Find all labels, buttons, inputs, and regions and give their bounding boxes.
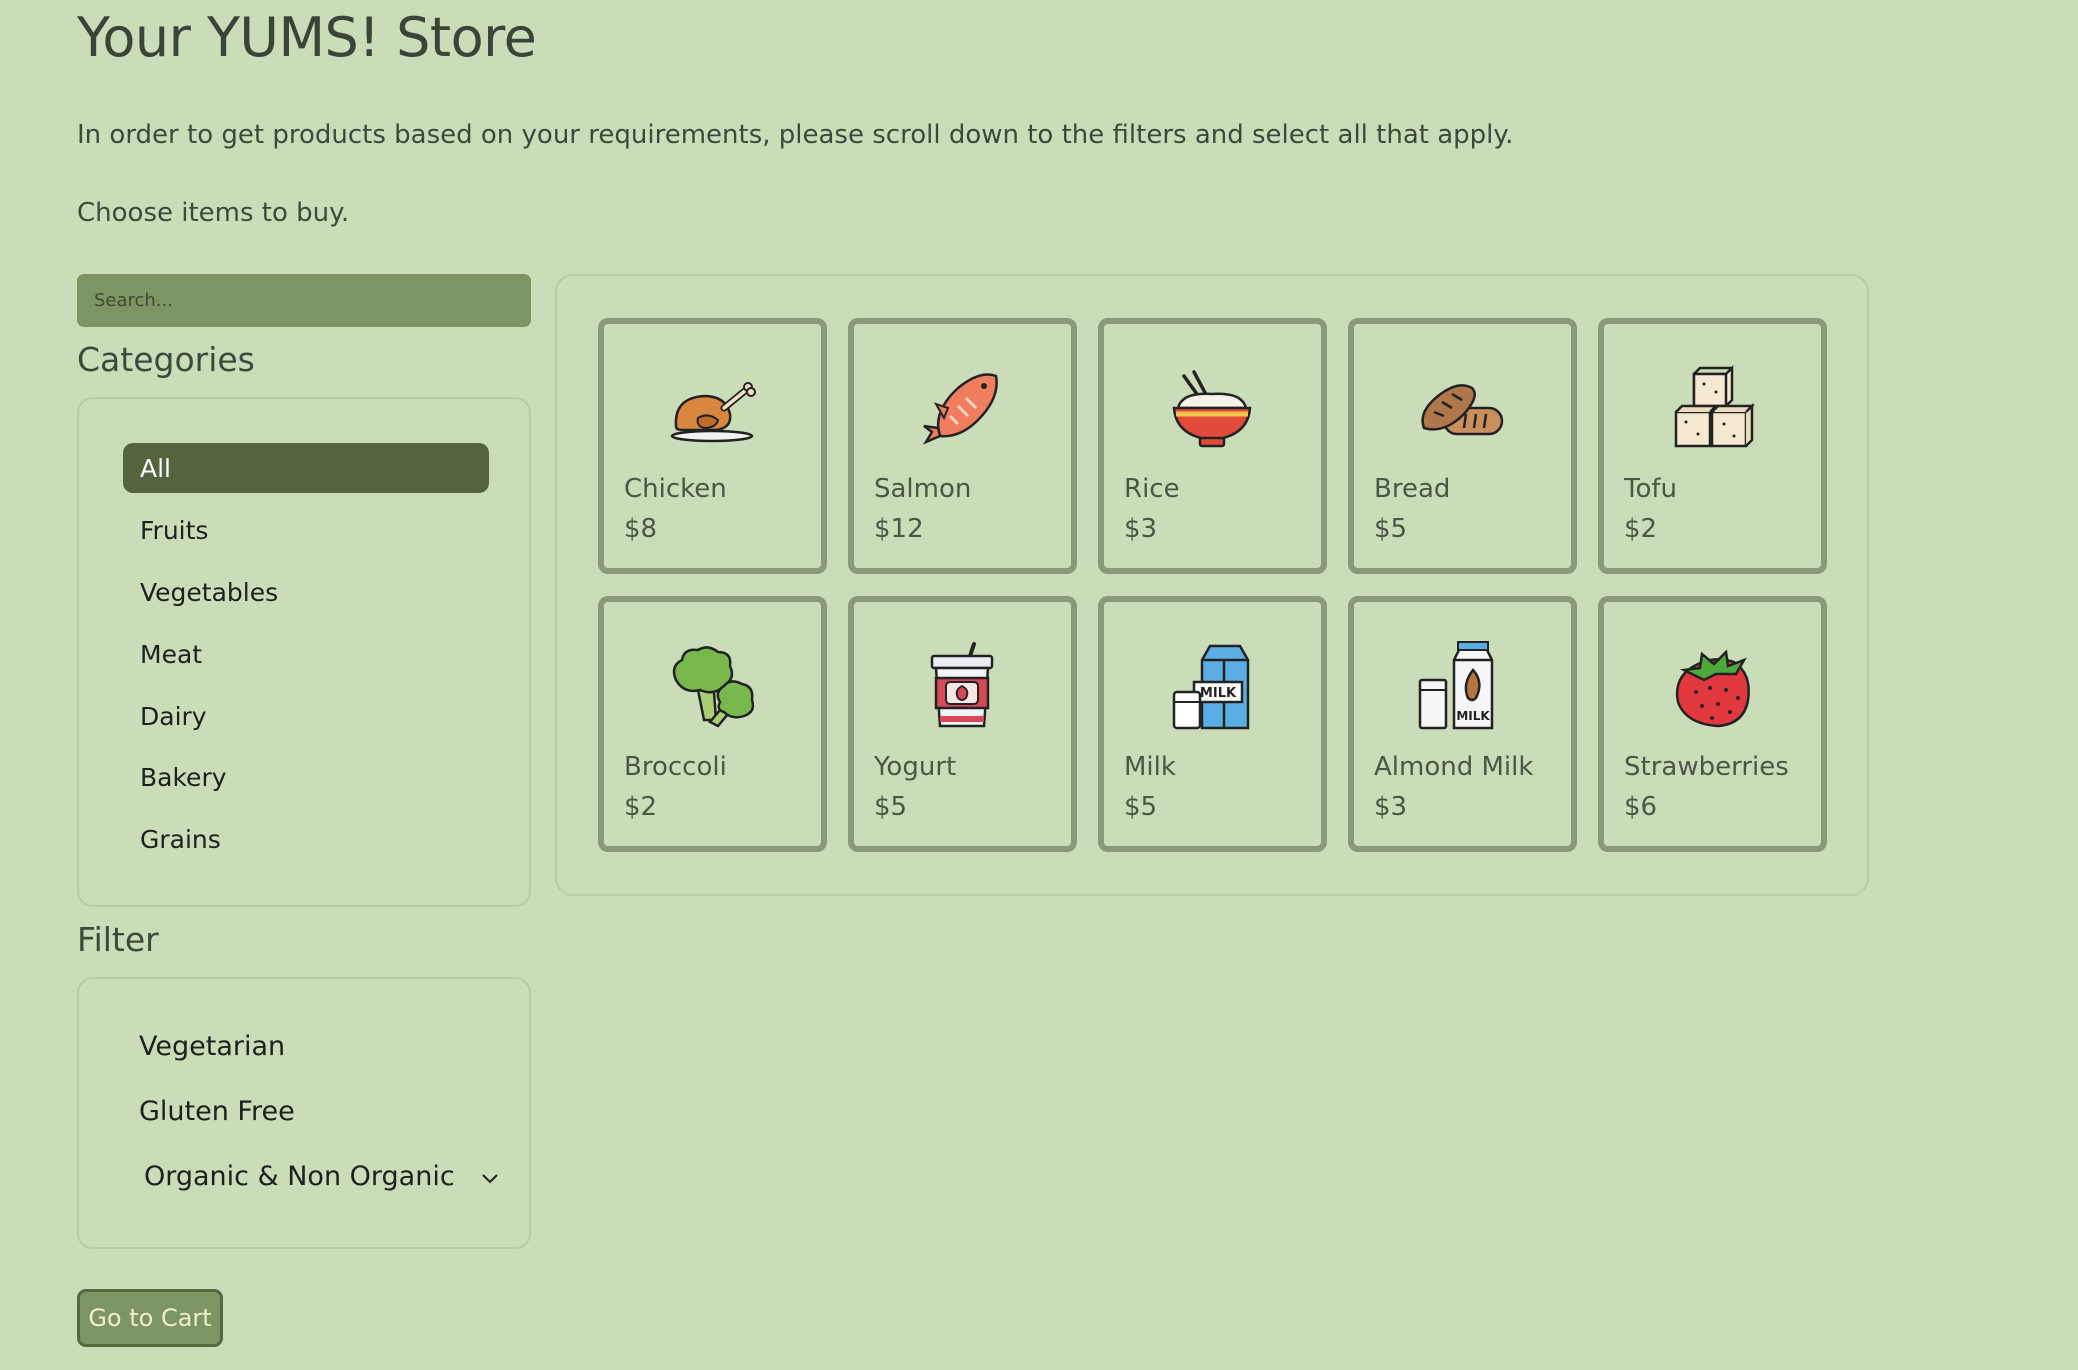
choose-items-text: Choose items to buy. xyxy=(77,198,350,228)
product-name: Broccoli xyxy=(624,752,727,782)
organic-select-value: Organic & Non Organic xyxy=(144,1161,455,1192)
svg-text:MILK: MILK xyxy=(1200,686,1237,701)
product-price: $6 xyxy=(1624,792,1658,822)
page-title: Your YUMS! Store xyxy=(77,6,537,69)
product-name: Milk xyxy=(1124,752,1176,782)
salmon-icon xyxy=(914,362,1010,458)
product-name: Salmon xyxy=(874,474,972,504)
store-page: Your YUMS! Store In order to get product… xyxy=(0,0,2078,1370)
product-card-salmon[interactable]: Salmon $12 xyxy=(848,318,1077,574)
filter-vegetarian[interactable]: Vegetarian xyxy=(139,1031,285,1062)
filter-gluten-free[interactable]: Gluten Free xyxy=(139,1096,295,1127)
categories-panel: All Fruits Vegetables Meat Dairy Bakery … xyxy=(77,397,531,907)
product-name: Tofu xyxy=(1624,474,1678,504)
product-price: $3 xyxy=(1124,514,1158,544)
filter-panel: Vegetarian Gluten Free Organic & Non Org… xyxy=(77,977,531,1249)
product-name: Rice xyxy=(1124,474,1180,504)
strawberry-icon xyxy=(1664,640,1760,736)
product-price: $12 xyxy=(874,514,924,544)
bread-icon xyxy=(1414,362,1510,458)
product-name: Yogurt xyxy=(874,752,957,782)
svg-text:MILK: MILK xyxy=(1456,709,1490,723)
tofu-icon xyxy=(1664,362,1760,458)
product-price: $5 xyxy=(1124,792,1158,822)
chevron-down-icon xyxy=(481,1161,499,1192)
product-card-tofu[interactable]: Tofu $2 xyxy=(1598,318,1827,574)
product-grid: Chicken $8 Salmon $12 Rice $3 Bread $5 T… xyxy=(555,274,1869,896)
categories-heading: Categories xyxy=(77,340,255,379)
product-price: $8 xyxy=(624,514,658,544)
product-name: Chicken xyxy=(624,474,727,504)
search-input[interactable] xyxy=(77,274,531,327)
product-card-milk[interactable]: MILK Milk $5 xyxy=(1098,596,1327,852)
chicken-icon xyxy=(664,362,760,458)
product-price: $5 xyxy=(874,792,908,822)
product-card-rice[interactable]: Rice $3 xyxy=(1098,318,1327,574)
product-price: $2 xyxy=(1624,514,1658,544)
rice-bowl-icon xyxy=(1164,362,1260,458)
intro-text: In order to get products based on your r… xyxy=(77,120,1514,150)
category-bakery[interactable]: Bakery xyxy=(123,752,489,802)
product-card-strawberries[interactable]: Strawberries $6 xyxy=(1598,596,1827,852)
product-card-broccoli[interactable]: Broccoli $2 xyxy=(598,596,827,852)
product-name: Almond Milk xyxy=(1374,752,1534,782)
product-name: Strawberries xyxy=(1624,752,1789,782)
product-card-bread[interactable]: Bread $5 xyxy=(1348,318,1577,574)
category-fruits[interactable]: Fruits xyxy=(123,505,489,555)
category-vegetables[interactable]: Vegetables xyxy=(123,567,489,617)
almond-milk-icon: MILK xyxy=(1414,640,1510,736)
product-card-yogurt[interactable]: Yogurt $5 xyxy=(848,596,1077,852)
category-all[interactable]: All xyxy=(123,443,489,493)
go-to-cart-button[interactable]: Go to Cart xyxy=(77,1289,223,1347)
milk-carton-icon: MILK xyxy=(1164,640,1260,736)
product-name: Bread xyxy=(1374,474,1451,504)
broccoli-icon xyxy=(664,640,760,736)
category-grains[interactable]: Grains xyxy=(123,814,489,864)
product-price: $5 xyxy=(1374,514,1408,544)
product-card-almond-milk[interactable]: MILK Almond Milk $3 xyxy=(1348,596,1577,852)
category-dairy[interactable]: Dairy xyxy=(123,691,489,741)
category-meat[interactable]: Meat xyxy=(123,629,489,679)
product-price: $3 xyxy=(1374,792,1408,822)
filter-heading: Filter xyxy=(77,920,159,959)
product-card-chicken[interactable]: Chicken $8 xyxy=(598,318,827,574)
yogurt-icon xyxy=(914,640,1010,736)
product-price: $2 xyxy=(624,792,658,822)
organic-select[interactable]: Organic & Non Organic xyxy=(144,1161,499,1192)
